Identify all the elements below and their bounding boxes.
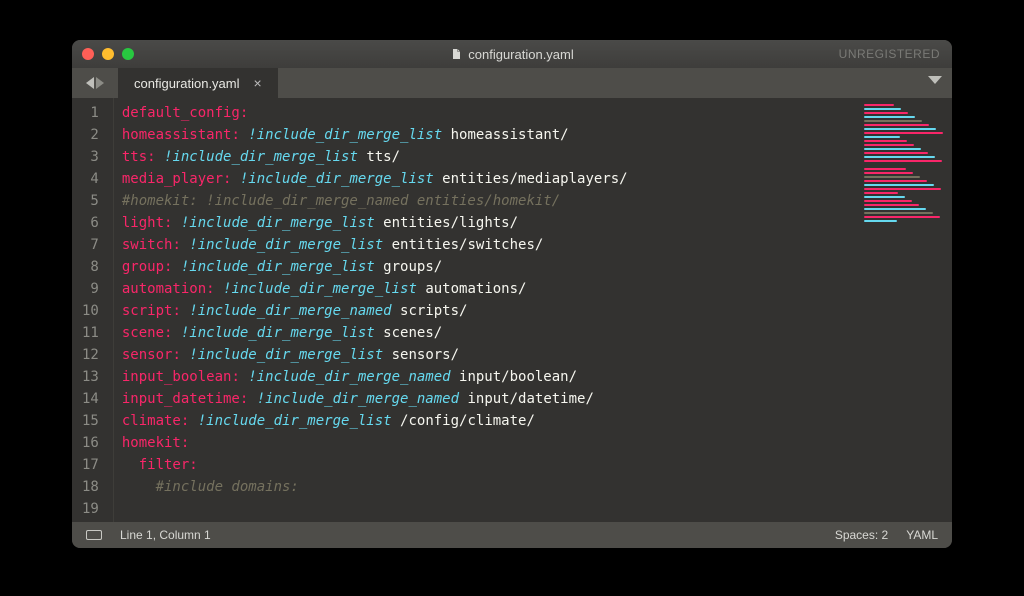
minimap-line (864, 116, 915, 118)
window-title: configuration.yaml (72, 47, 952, 62)
minimap-line (864, 216, 940, 218)
code-line[interactable]: #include domains: (122, 476, 852, 498)
minimap-line (864, 220, 897, 222)
minimap-line (864, 144, 914, 146)
status-bar: Line 1, Column 1 Spaces: 2 YAML (72, 522, 952, 548)
minimap-line (864, 204, 919, 206)
line-number: 5 (82, 190, 99, 212)
line-number: 2 (82, 124, 99, 146)
line-number: 17 (82, 454, 99, 476)
line-number: 7 (82, 234, 99, 256)
minimap-line (864, 172, 913, 174)
window-title-text: configuration.yaml (468, 47, 574, 62)
code-line[interactable]: light: !include_dir_merge_list entities/… (122, 212, 852, 234)
minimap-line (864, 196, 905, 198)
line-number: 3 (82, 146, 99, 168)
minimap-line (864, 112, 908, 114)
minimap-line (864, 180, 927, 182)
code-line[interactable]: homeassistant: !include_dir_merge_list h… (122, 124, 852, 146)
code-line[interactable]: #homekit: !include_dir_merge_named entit… (122, 190, 852, 212)
line-number: 15 (82, 410, 99, 432)
minimap-line (864, 160, 942, 162)
code-line[interactable]: group: !include_dir_merge_list groups/ (122, 256, 852, 278)
minimap-line (864, 164, 899, 166)
editor-window: configuration.yaml UNREGISTERED configur… (72, 40, 952, 548)
cursor-position[interactable]: Line 1, Column 1 (120, 528, 211, 542)
line-number: 14 (82, 388, 99, 410)
code-line[interactable]: input_datetime: !include_dir_merge_named… (122, 388, 852, 410)
code-line[interactable]: scene: !include_dir_merge_list scenes/ (122, 322, 852, 344)
code-area[interactable]: default_config:homeassistant: !include_d… (114, 98, 860, 522)
tab-overflow-icon[interactable] (928, 76, 942, 84)
minimap-line (864, 108, 901, 110)
code-line[interactable]: media_player: !include_dir_merge_list en… (122, 168, 852, 190)
code-line[interactable]: tts: !include_dir_merge_list tts/ (122, 146, 852, 168)
history-nav (72, 68, 118, 98)
code-line[interactable]: switch: !include_dir_merge_list entities… (122, 234, 852, 256)
minimap-line (864, 184, 934, 186)
line-number: 9 (82, 278, 99, 300)
code-line[interactable]: homekit: (122, 432, 852, 454)
line-number: 11 (82, 322, 99, 344)
tab-active[interactable]: configuration.yaml × (118, 68, 278, 98)
minimap-line (864, 168, 906, 170)
code-line[interactable]: automation: !include_dir_merge_list auto… (122, 278, 852, 300)
line-number: 6 (82, 212, 99, 234)
syntax-mode[interactable]: YAML (906, 528, 938, 542)
line-number: 16 (82, 432, 99, 454)
code-line[interactable]: filter: (122, 454, 852, 476)
tab-label: configuration.yaml (134, 76, 240, 91)
line-number: 8 (82, 256, 99, 278)
minimap-line (864, 212, 933, 214)
minimap-line (864, 136, 900, 138)
code-line[interactable]: climate: !include_dir_merge_list /config… (122, 410, 852, 432)
minimap-line (864, 152, 928, 154)
minimap-line (864, 176, 920, 178)
line-number: 12 (82, 344, 99, 366)
line-number: 4 (82, 168, 99, 190)
minimap-line (864, 188, 941, 190)
file-icon (450, 47, 462, 61)
minimap-line (864, 156, 935, 158)
minimap-line (864, 128, 936, 130)
indent-setting[interactable]: Spaces: 2 (835, 528, 888, 542)
minimap[interactable] (860, 98, 952, 522)
minimap-line (864, 140, 907, 142)
line-number: 19 (82, 498, 99, 520)
minimap-line (864, 148, 921, 150)
close-tab-icon[interactable]: × (254, 75, 262, 91)
minimap-line (864, 200, 912, 202)
minimap-line (864, 124, 929, 126)
minimap-line (864, 192, 898, 194)
titlebar: configuration.yaml UNREGISTERED (72, 40, 952, 68)
line-number: 18 (82, 476, 99, 498)
minimap-line (864, 208, 926, 210)
forward-icon[interactable] (96, 77, 108, 89)
code-line[interactable]: script: !include_dir_merge_named scripts… (122, 300, 852, 322)
line-number: 13 (82, 366, 99, 388)
minimap-line (864, 120, 922, 122)
line-number: 10 (82, 300, 99, 322)
editor-area: 12345678910111213141516171819 default_co… (72, 98, 952, 522)
minimap-line (864, 132, 943, 134)
line-number: 1 (82, 102, 99, 124)
code-line[interactable]: default_config: (122, 102, 852, 124)
code-line[interactable]: input_boolean: !include_dir_merge_named … (122, 366, 852, 388)
code-line[interactable]: sensor: !include_dir_merge_list sensors/ (122, 344, 852, 366)
panel-toggle-icon[interactable] (86, 530, 102, 540)
gutter: 12345678910111213141516171819 (72, 98, 114, 522)
minimap-line (864, 104, 894, 106)
unregistered-label: UNREGISTERED (839, 47, 940, 61)
tab-bar: configuration.yaml × (72, 68, 952, 98)
back-icon[interactable] (82, 77, 94, 89)
